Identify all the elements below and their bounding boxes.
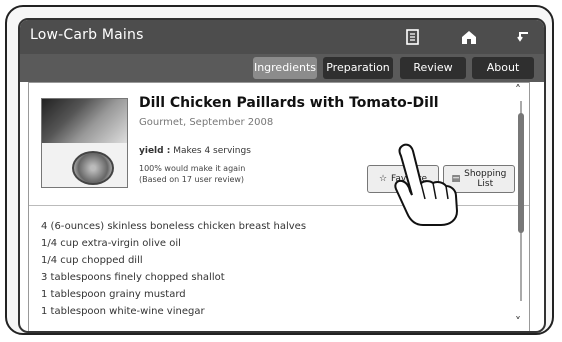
home-icon-glyph — [462, 31, 476, 44]
recipe-rating: 100% would make it again (Based on 17 us… — [139, 163, 245, 185]
pointing-hand-icon — [394, 143, 459, 226]
ingredient-item: 1 tablespoon grainy mustard — [41, 289, 186, 300]
shopping-list-label-line1: Shopping — [464, 169, 507, 179]
back-icon[interactable] — [512, 26, 534, 48]
ingredient-item: 4 (6-ounces) skinless boneless chicken b… — [41, 221, 307, 232]
tab-bar: Ingredients Preparation Review About — [20, 54, 544, 82]
recipe-title: Dill Chicken Paillards with Tomato-Dill — [139, 95, 439, 111]
app-screen: Low-Carb Mains Ingredients Preparation R… — [18, 18, 546, 333]
shopping-list-label: Shopping List — [464, 169, 506, 189]
ingredient-item: 1/4 cup extra-virgin olive oil — [41, 238, 181, 249]
vertical-scrollbar[interactable]: ˄ ˅ — [514, 83, 528, 331]
home-icon[interactable] — [458, 26, 480, 48]
scroll-down-icon[interactable]: ˅ — [515, 315, 521, 329]
tab-about[interactable]: About — [472, 57, 534, 79]
shopping-list-label-line2: List — [477, 179, 494, 189]
yield-label: yield : — [139, 146, 171, 156]
device-frame: Low-Carb Mains Ingredients Preparation R… — [5, 5, 554, 335]
rating-line-1: 100% would make it again — [139, 164, 246, 173]
ingredient-item: 1 tablespoon white-wine vinegar — [41, 306, 205, 317]
yield-text: Makes 4 servings — [173, 146, 251, 156]
ingredients-list: 4 (6-ounces) skinless boneless chicken b… — [41, 218, 306, 320]
plate-icon — [72, 151, 114, 185]
tab-preparation[interactable]: Preparation — [323, 57, 393, 79]
tab-ingredients[interactable]: Ingredients — [253, 57, 317, 79]
ingredient-item: 3 tablespoons finely chopped shallot — [41, 272, 225, 283]
top-bar: Low-Carb Mains — [20, 20, 544, 54]
shopping-list-icon-glyph — [406, 29, 419, 45]
scroll-up-icon[interactable]: ˄ — [515, 83, 521, 97]
recipe-photo-2 — [42, 143, 127, 187]
recipe-photo-1 — [42, 99, 127, 143]
tab-review[interactable]: Review — [400, 57, 466, 79]
app-title: Low-Carb Mains — [30, 27, 144, 43]
back-icon-glyph — [517, 32, 528, 42]
ingredient-item: 1/4 cup chopped dill — [41, 255, 143, 266]
recipe-yield: yield : Makes 4 servings — [139, 146, 251, 156]
rating-line-2: (Based on 17 user review) — [139, 175, 245, 184]
recipe-thumbnails — [41, 98, 128, 188]
shopping-list-icon[interactable] — [402, 26, 424, 48]
scroll-thumb[interactable] — [518, 113, 524, 233]
recipe-content: Dill Chicken Paillards with Tomato-Dill … — [28, 82, 530, 331]
recipe-source: Gourmet, September 2008 — [139, 117, 274, 128]
